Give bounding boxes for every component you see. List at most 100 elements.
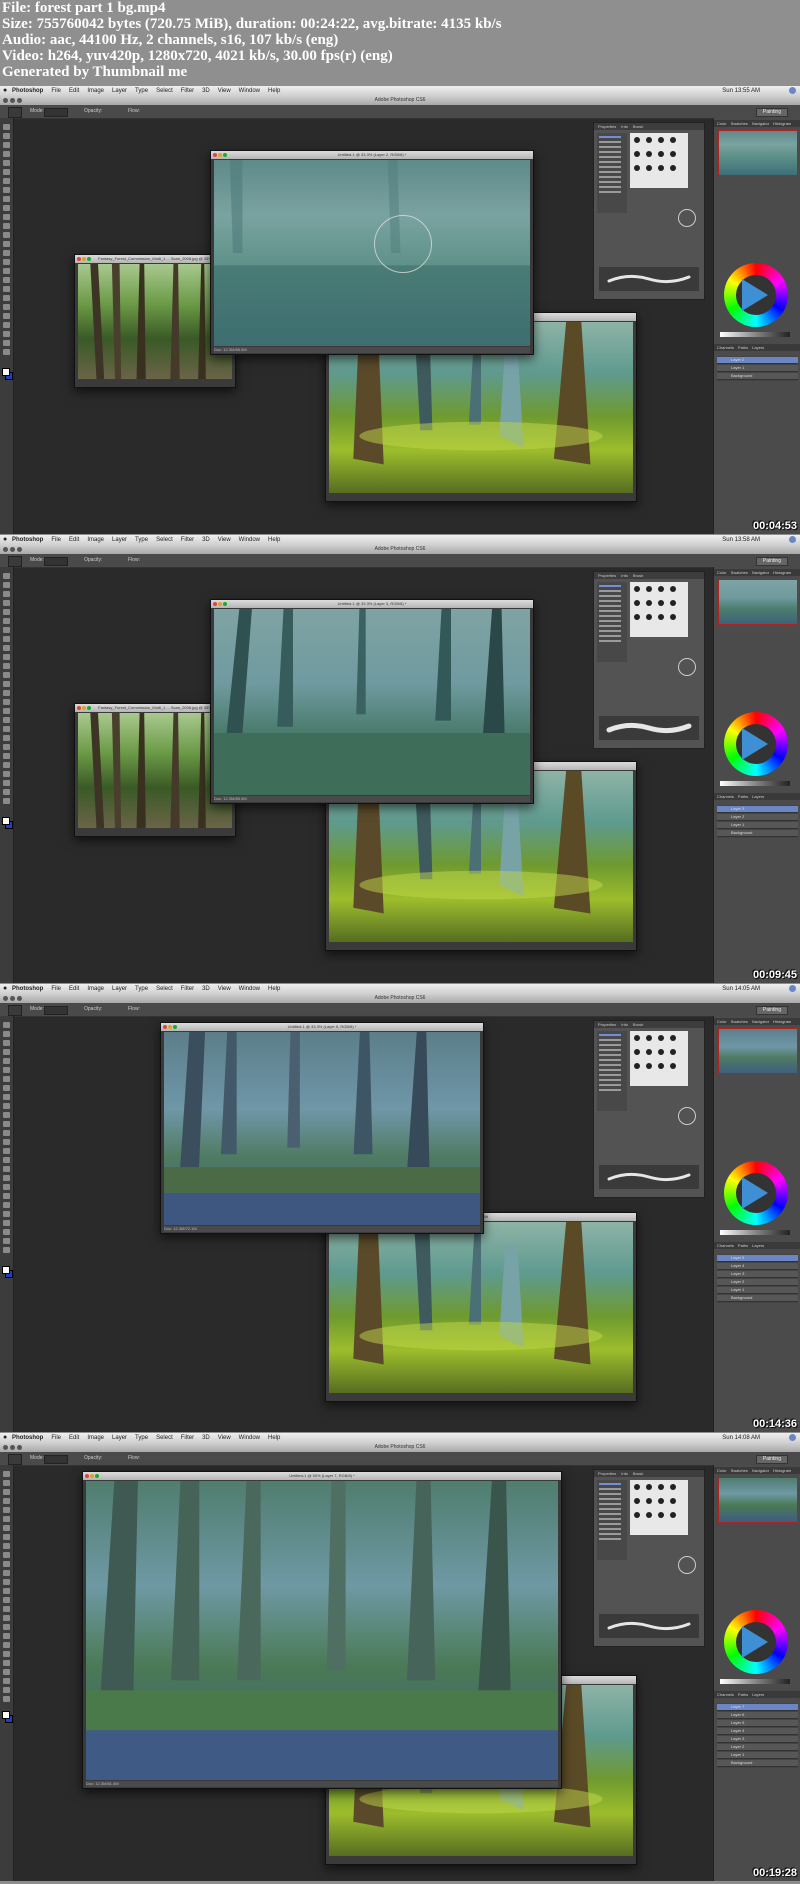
tool-icon[interactable]	[3, 591, 10, 597]
tool-icon[interactable]	[3, 1247, 10, 1253]
tool-icon[interactable]	[3, 259, 10, 265]
tab-color[interactable]: Color	[717, 1467, 727, 1474]
menu-3d[interactable]: 3D	[202, 535, 210, 545]
tool-icon[interactable]	[3, 295, 10, 301]
tool-icon[interactable]	[3, 789, 10, 795]
menu-3d[interactable]: 3D	[202, 86, 210, 96]
tool-icon[interactable]	[3, 1193, 10, 1199]
layer-row[interactable]: Layer 2	[717, 1279, 798, 1286]
minimize-button[interactable]	[10, 547, 15, 552]
tool-icon[interactable]	[3, 636, 10, 642]
tool-icon[interactable]	[3, 1220, 10, 1226]
tool-icon[interactable]	[3, 286, 10, 292]
tool-icon[interactable]	[3, 1597, 10, 1603]
workspace-switcher[interactable]: Painting	[755, 108, 788, 117]
layer-row[interactable]: Layer 2	[717, 357, 798, 364]
tool-icon[interactable]	[3, 654, 10, 660]
menu-layer[interactable]: Layer	[112, 535, 127, 545]
tool-icon[interactable]	[3, 681, 10, 687]
layer-row[interactable]: Background	[717, 830, 798, 837]
tool-icon[interactable]	[3, 1516, 10, 1522]
color-ramp[interactable]	[720, 332, 790, 337]
zoom-button[interactable]	[17, 547, 22, 552]
layer-row[interactable]: Layer 4	[717, 1263, 798, 1270]
menu-image[interactable]: Image	[87, 86, 104, 96]
navigator-thumbnail[interactable]	[718, 579, 798, 625]
tool-icon[interactable]	[3, 600, 10, 606]
tool-icon[interactable]	[3, 1471, 10, 1477]
tool-icon[interactable]	[3, 780, 10, 786]
brush-preset-picker[interactable]	[8, 556, 22, 567]
tab-swatches[interactable]: Swatches	[731, 120, 748, 127]
menu-select[interactable]: Select	[156, 86, 173, 96]
menu-select[interactable]: Select	[156, 984, 173, 994]
tool-icon[interactable]	[3, 1076, 10, 1082]
tool-icon[interactable]	[3, 1570, 10, 1576]
menu-type[interactable]: Type	[135, 86, 148, 96]
tool-icon[interactable]	[3, 1112, 10, 1118]
tab-properties[interactable]: Properties	[598, 123, 616, 130]
tool-icon[interactable]	[3, 1678, 10, 1684]
foreground-color-swatch[interactable]	[2, 1266, 10, 1274]
foreground-color-swatch[interactable]	[2, 817, 10, 825]
tool-icon[interactable]	[3, 726, 10, 732]
brush-tip-grid[interactable]	[630, 582, 688, 637]
apple-menu-icon[interactable]: ●	[3, 535, 7, 545]
main-document-window[interactable]: Untitled-1 @ 33.3% (Layer 5, RGB/8) * Do…	[160, 1022, 484, 1234]
menu-view[interactable]: View	[218, 86, 231, 96]
tool-icon[interactable]	[3, 187, 10, 193]
painting-canvas[interactable]	[214, 160, 530, 346]
tab-properties[interactable]: Properties	[598, 1470, 616, 1477]
color-ramp[interactable]	[720, 1679, 790, 1684]
layer-row[interactable]: Layer 2	[717, 814, 798, 821]
menu-type[interactable]: Type	[135, 984, 148, 994]
menu-image[interactable]: Image	[87, 984, 104, 994]
tool-icon[interactable]	[3, 672, 10, 678]
spotlight-search-icon[interactable]	[789, 985, 796, 992]
tool-icon[interactable]	[3, 1624, 10, 1630]
spotlight-search-icon[interactable]	[789, 1434, 796, 1441]
color-ramp[interactable]	[720, 1230, 790, 1235]
tool-icon[interactable]	[3, 1642, 10, 1648]
tool-icon[interactable]	[3, 232, 10, 238]
menu-3d[interactable]: 3D	[202, 1433, 210, 1443]
tab-histogram[interactable]: Histogram	[773, 120, 791, 127]
tab-channels[interactable]: Channels	[717, 1242, 734, 1249]
tab-info[interactable]: Info	[621, 123, 628, 130]
tab-brush[interactable]: Brush	[633, 1021, 643, 1028]
tool-icon[interactable]	[3, 1175, 10, 1181]
tool-icon[interactable]	[3, 1184, 10, 1190]
layer-row[interactable]: Layer 3	[717, 1736, 798, 1743]
tool-icon[interactable]	[3, 241, 10, 247]
tool-icon[interactable]	[3, 1669, 10, 1675]
menu-layer[interactable]: Layer	[112, 86, 127, 96]
tab-brush[interactable]: Brush	[633, 572, 643, 579]
layer-row[interactable]: Layer 3	[717, 806, 798, 813]
brush-preset-picker[interactable]	[8, 1005, 22, 1016]
color-triangle[interactable]	[742, 1177, 768, 1209]
close-button[interactable]	[3, 98, 8, 103]
brush-tip-grid[interactable]	[630, 1480, 688, 1535]
menu-select[interactable]: Select	[156, 1433, 173, 1443]
layer-row[interactable]: Layer 5	[717, 1255, 798, 1262]
tab-histogram[interactable]: Histogram	[773, 569, 791, 576]
layer-row[interactable]: Layer 3	[717, 1271, 798, 1278]
tool-icon[interactable]	[3, 1121, 10, 1127]
minimize-button[interactable]	[10, 996, 15, 1001]
color-triangle[interactable]	[742, 728, 768, 760]
brush-angle-icon[interactable]	[678, 1107, 696, 1125]
tab-swatches[interactable]: Swatches	[731, 1467, 748, 1474]
tool-icon[interactable]	[3, 1148, 10, 1154]
window-controls[interactable]	[77, 706, 91, 710]
brush-angle-icon[interactable]	[678, 209, 696, 227]
layer-row[interactable]: Layer 7	[717, 1704, 798, 1711]
color-wheel[interactable]	[724, 1610, 788, 1674]
layer-row[interactable]: Layer 1	[717, 365, 798, 372]
tool-icon[interactable]	[3, 1103, 10, 1109]
navigator-thumbnail[interactable]	[718, 130, 798, 176]
menu-edit[interactable]: Edit	[69, 984, 79, 994]
tool-icon[interactable]	[3, 268, 10, 274]
tool-icon[interactable]	[3, 1588, 10, 1594]
tool-icon[interactable]	[3, 582, 10, 588]
tool-icon[interactable]	[3, 250, 10, 256]
